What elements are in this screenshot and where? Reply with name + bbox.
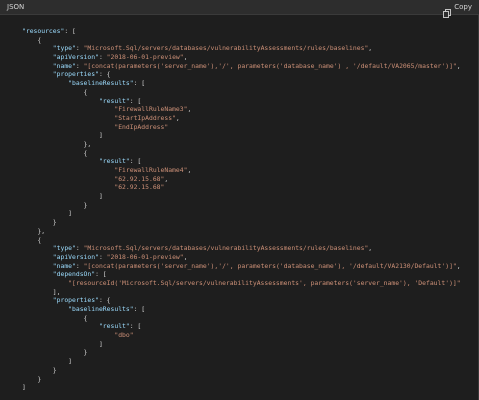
- code-line: "result": [: [98, 96, 142, 105]
- code-line: ]: [22, 357, 73, 366]
- code-line: "apiVersion": "2018-06-01-preview",: [52, 252, 188, 261]
- code-line: ]: [22, 339, 103, 348]
- code-line: "type": "Microsoft.Sql/servers/databases…: [52, 44, 373, 53]
- code-line: "result": [: [98, 157, 142, 166]
- code-line: "baselineResults": [: [68, 79, 146, 88]
- code-line: }: [22, 365, 57, 374]
- code-line: "properties": {: [52, 70, 111, 79]
- copy-icon: [443, 3, 452, 18]
- code-block-header: JSON Copy: [0, 0, 479, 18]
- code-line: "type": "Microsoft.Sql/servers/databases…: [52, 244, 373, 253]
- code-line: ]: [22, 192, 103, 201]
- copy-button[interactable]: Copy: [443, 2, 472, 18]
- code-line: ]: [22, 131, 103, 140]
- code-line: "dbo": [114, 331, 134, 340]
- code-line: ],: [22, 287, 61, 296]
- code-area[interactable]: "resources": [ { "type": "Microsoft.Sql/…: [0, 15, 479, 400]
- copy-label: Copy: [454, 3, 472, 11]
- code-line: {: [22, 313, 88, 322]
- code-line: "FirewallRuleName4",: [114, 166, 192, 174]
- code-line: ]: [22, 209, 73, 218]
- code-line: },: [22, 139, 92, 148]
- code-line: {: [22, 35, 42, 44]
- code-line: "apiVersion": "2018-06-01-preview",: [52, 53, 188, 62]
- code-line: "EndIpAddress": [114, 122, 169, 131]
- code-line: {: [22, 87, 88, 96]
- json-code: "resources": [ { "type": "Microsoft.Sql/…: [22, 27, 479, 392]
- code-line: "FirewallRuleName3",: [114, 105, 192, 114]
- code-line: }: [22, 218, 57, 227]
- code-line: "properties": {: [52, 296, 111, 305]
- code-block-window: JSON Copy "resources": [ { "type": "Micr…: [0, 0, 479, 400]
- code-line: {: [22, 235, 42, 244]
- code-line: "dependsOn": [: [52, 270, 107, 279]
- code-line: "resources": [: [22, 27, 76, 35]
- code-line: "62.92.15.68",: [114, 174, 169, 183]
- code-line: "name": "[concat(parameters('server_name…: [52, 61, 461, 70]
- code-line: "StartIpAddress",: [114, 113, 180, 122]
- code-line: }: [22, 200, 88, 209]
- code-line: "[resourceId('Microsoft.Sql/servers/vuln…: [68, 278, 461, 287]
- code-line: }: [22, 374, 42, 383]
- code-line: }: [22, 348, 88, 357]
- language-label: JSON: [7, 3, 25, 11]
- code-line: "name": "[concat(parameters('server_name…: [52, 261, 461, 270]
- code-line: "62.92.15.68": [114, 183, 165, 192]
- code-line: {: [22, 148, 88, 157]
- code-line: },: [22, 226, 46, 235]
- code-line: "baselineResults": [: [68, 305, 146, 313]
- code-line: "result": [: [98, 322, 142, 331]
- code-line: ]: [22, 383, 26, 392]
